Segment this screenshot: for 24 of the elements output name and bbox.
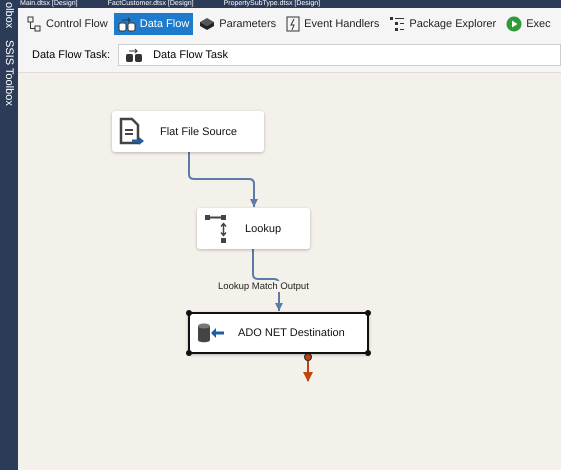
designer-tab[interactable]: Data Flow (114, 13, 194, 35)
cylinders-icon (125, 48, 144, 62)
path-label: Lookup Match Output (218, 281, 309, 292)
component-box[interactable]: Lookup (197, 208, 310, 249)
flow-icon (26, 16, 42, 32)
designer-tab[interactable]: Package Explorer (385, 13, 500, 35)
component-box[interactable]: ADO NET Destination (188, 312, 369, 354)
lightning-doc-icon (286, 16, 300, 32)
database-arrow-icon (196, 321, 226, 345)
data-path-arrow[interactable] (188, 152, 258, 207)
designer-tab[interactable]: Exec (502, 13, 555, 35)
designer-tab[interactable]: Parameters (195, 13, 280, 35)
toolbox-tab[interactable]: olbox (2, 2, 16, 28)
chip-icon (199, 16, 216, 32)
error-output-arrow[interactable] (303, 353, 313, 382)
task-label: Data Flow Task: (32, 49, 110, 61)
designer-tab[interactable]: Control Flow (22, 13, 112, 35)
play-icon (506, 16, 522, 32)
task-dropdown[interactable]: Data Flow Task (118, 44, 561, 66)
tree-list-icon (389, 16, 406, 32)
cylinders-icon (118, 16, 136, 32)
designer-tab[interactable]: Event Handlers (282, 13, 384, 35)
component-box[interactable]: Flat File Source (112, 111, 264, 152)
toolbox-tab[interactable]: SSIS Toolbox (2, 40, 16, 106)
